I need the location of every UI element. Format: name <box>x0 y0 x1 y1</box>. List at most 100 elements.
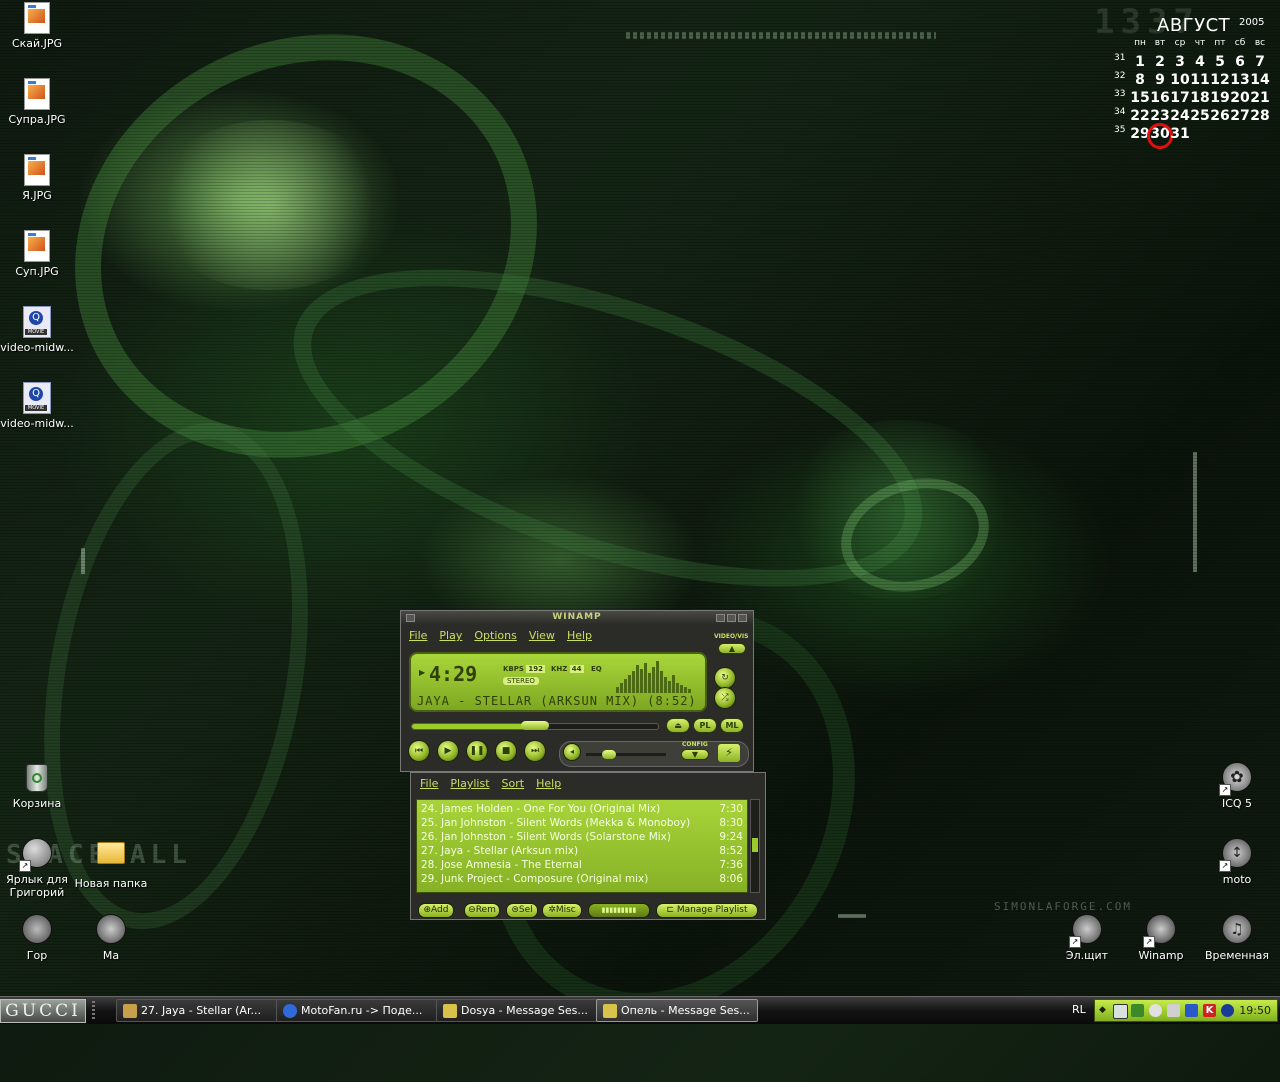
task-winamp[interactable]: 27. Jaya - Stellar (Ar... <box>116 999 278 1022</box>
calendar-day[interactable]: 23 <box>1150 108 1170 124</box>
calendar-day[interactable]: 20 <box>1230 90 1250 106</box>
tray-expand-icon[interactable]: ◆ <box>1099 1005 1106 1015</box>
menu-play[interactable]: Play <box>439 629 462 642</box>
calendar-day[interactable]: 9 <box>1150 72 1170 88</box>
calendar-day[interactable]: 7 <box>1250 54 1270 70</box>
task-dosya[interactable]: Dosya - Message Ses... <box>436 999 598 1022</box>
seek-thumb[interactable] <box>521 721 549 730</box>
playlist-tracklist[interactable]: 24. James Holden - One For You (Original… <box>416 799 748 893</box>
playlist-item[interactable]: 29. Junk Project - Composure (Original m… <box>421 873 743 887</box>
calendar-day[interactable]: 14 <box>1250 72 1270 88</box>
calendar-day[interactable]: 28 <box>1250 108 1270 124</box>
desktop-icon-video-1[interactable]: Q MOVIE video-midw... <box>0 306 74 354</box>
language-indicator[interactable]: RL <box>1072 1003 1086 1016</box>
task-opel[interactable]: Опель - Message Ses... <box>596 999 758 1022</box>
calendar-day[interactable]: 5 <box>1210 54 1230 70</box>
calendar-day[interactable]: 24 <box>1170 108 1190 124</box>
volume-thumb[interactable] <box>602 750 616 759</box>
desktop-icon-icq5[interactable]: ✿ ↗ ICQ 5 <box>1200 762 1274 810</box>
menu-options[interactable]: Options <box>474 629 516 642</box>
task-motofan[interactable]: MotoFan.ru -> Поде... <box>276 999 438 1022</box>
menu-file[interactable]: File <box>409 629 427 642</box>
bluetooth-tray-icon[interactable] <box>1221 1004 1234 1017</box>
song-title-scroller[interactable]: JAYA - STELLAR (ARKSUN MIX) (8:52) <box>417 694 701 708</box>
pause-button[interactable]: ❚❚ <box>467 741 487 761</box>
play-button[interactable]: ▶ <box>438 741 458 761</box>
pl-menu-playlist[interactable]: Playlist <box>450 777 489 790</box>
menu-view[interactable]: View <box>529 629 555 642</box>
calendar-day[interactable]: 2 <box>1150 54 1170 70</box>
network-tray-icon[interactable] <box>1113 1004 1128 1019</box>
calendar-day[interactable]: 6 <box>1230 54 1250 70</box>
calendar-day[interactable]: 25 <box>1190 108 1210 124</box>
next-button[interactable]: ⏭ <box>525 741 545 761</box>
calendar-day[interactable]: 16 <box>1150 90 1170 106</box>
pl-menu-file[interactable]: File <box>420 777 438 790</box>
menu-help[interactable]: Help <box>567 629 592 642</box>
desktop-icon-video-2[interactable]: Q MOVIE video-midw... <box>0 382 74 430</box>
desktop-icon-gor[interactable]: Гор <box>0 914 74 962</box>
kaspersky-tray-icon[interactable]: K <box>1203 1004 1216 1017</box>
desktop-icon-ya-jpg[interactable]: Я.JPG <box>0 154 74 202</box>
calendar-day[interactable]: 3 <box>1170 54 1190 70</box>
video-vis-toggle-button[interactable]: ▲ <box>719 644 745 653</box>
playlist-item[interactable]: 27. Jaya - Stellar (Arksun mix) 8:52 <box>421 845 743 859</box>
playlist-item[interactable]: 25. Jan Johnston - Silent Words (Mekka &… <box>421 817 743 831</box>
calendar-day[interactable]: 26 <box>1210 108 1230 124</box>
playlist-item[interactable]: 26. Jan Johnston - Silent Words (Solarst… <box>421 831 743 845</box>
ml-button[interactable]: ML <box>721 719 743 732</box>
calendar-day[interactable]: 13 <box>1230 72 1250 88</box>
close-button[interactable] <box>738 614 747 622</box>
config-button[interactable]: ▼ <box>682 750 708 759</box>
scrollbar-thumb[interactable] <box>752 838 758 852</box>
pl-menu-help[interactable]: Help <box>536 777 561 790</box>
playlist-scrollbar[interactable] <box>750 799 760 893</box>
calendar-day[interactable]: 4 <box>1190 54 1210 70</box>
desktop-icon-ma[interactable]: Ма <box>74 914 148 962</box>
start-button[interactable]: GUCCI <box>0 999 86 1023</box>
calendar-day[interactable]: 18 <box>1190 90 1210 106</box>
desktop-icon-skai-jpg[interactable]: Скай.JPG <box>0 2 74 50</box>
manage-playlist-button[interactable]: ⊏ Manage Playlist <box>657 904 757 917</box>
select-button[interactable]: ⊜Sel <box>507 904 537 917</box>
calendar-day[interactable]: 21 <box>1250 90 1270 106</box>
desktop-icon-shortcut-grigoriy[interactable]: ↗ Ярлык для Григорий <box>0 838 74 899</box>
desktop-icon-vremennaya[interactable]: ♫ Временная <box>1200 914 1274 962</box>
playlist-item[interactable]: 24. James Holden - One For You (Original… <box>421 803 743 817</box>
playlist-item[interactable]: 28. Jose Amnesia - The Eternal 7:36 <box>421 859 743 873</box>
desktop-icon-moto[interactable]: ↕ ↗ moto <box>1200 838 1274 886</box>
lightning-icon[interactable]: ⚡ <box>718 744 740 762</box>
volume-tray-icon[interactable] <box>1167 1004 1180 1017</box>
calendar-day[interactable]: 15 <box>1130 90 1150 106</box>
icq-tray-icon[interactable] <box>1149 1004 1162 1017</box>
spectrum-visualizer[interactable] <box>616 657 698 693</box>
pl-button[interactable]: PL <box>694 719 716 732</box>
calendar-day[interactable]: 17 <box>1170 90 1190 106</box>
winamp-main-window[interactable]: WINAMP File Play Options View Help VIDEO/VIS… <box>400 610 754 772</box>
track-time[interactable]: 4:29 <box>429 662 477 686</box>
previous-button[interactable]: ⏮ <box>409 741 429 761</box>
tray-clock[interactable]: 19:50 <box>1239 1004 1271 1017</box>
remove-button[interactable]: ⊖Rem <box>465 904 499 917</box>
desktop-icon-el-shchit[interactable]: ↗ Эл.щит <box>1050 914 1124 962</box>
calendar-day[interactable]: 19 <box>1210 90 1230 106</box>
calendar-day[interactable]: 8 <box>1130 72 1150 88</box>
antivirus-tray-icon[interactable] <box>1185 1004 1198 1017</box>
winamp-titlebar[interactable]: WINAMP <box>401 611 753 625</box>
winamp-playlist-window[interactable]: File Playlist Sort Help 24. James Holden - … <box>410 772 766 920</box>
volume-slider[interactable] <box>586 750 666 759</box>
winamp-menu-icon[interactable] <box>406 614 415 622</box>
calendar-day[interactable]: 1 <box>1130 54 1150 70</box>
desktop-icon-sup-jpg[interactable]: Суп.JPG <box>0 230 74 278</box>
desktop-icon-new-folder[interactable]: Новая папка <box>74 838 148 890</box>
desktop-icon-supra-jpg[interactable]: Супра.JPG <box>0 78 74 126</box>
calendar-day[interactable]: 11 <box>1190 72 1210 88</box>
desktop-icon-recycle-bin[interactable]: Корзина <box>0 762 74 810</box>
shade-button[interactable] <box>727 614 736 622</box>
shuffle-button[interactable]: ⤮ <box>715 688 735 708</box>
nvidia-tray-icon[interactable] <box>1131 1004 1144 1017</box>
pl-menu-sort[interactable]: Sort <box>502 777 525 790</box>
calendar-day[interactable]: 27 <box>1230 108 1250 124</box>
add-button[interactable]: ⊕Add <box>419 904 453 917</box>
calendar-day[interactable]: 22 <box>1130 108 1150 124</box>
